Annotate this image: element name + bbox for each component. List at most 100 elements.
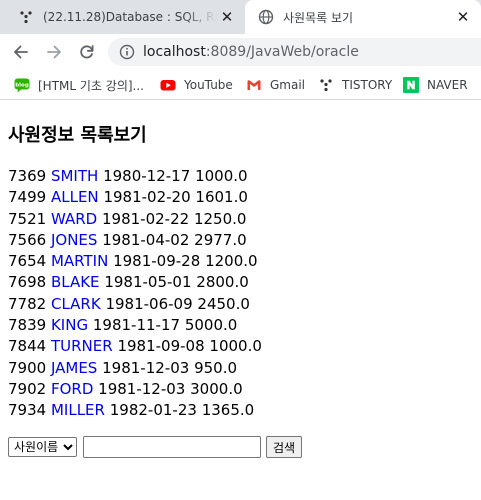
employee-salary: 1601.0 <box>195 188 248 207</box>
employee-salary: 1000.0 <box>195 167 248 185</box>
dots-tree-icon <box>18 9 34 25</box>
page-title: 사원정보 목록보기 <box>8 125 147 146</box>
naver-icon <box>403 77 419 93</box>
employee-number: 7902 <box>8 379 47 398</box>
tab-database[interactable]: (22.11.28)Database : SQL, RDBMS ✕ <box>0 0 245 34</box>
bookmark-tistory[interactable]: TISTORY <box>318 75 392 95</box>
employee-number: 7782 <box>8 294 47 313</box>
employee-hire-date: 1982-01-23 <box>109 401 197 420</box>
employee-name-link[interactable]: MARTIN <box>51 252 108 270</box>
employee-name-link[interactable]: TURNER <box>51 337 113 355</box>
list-item: 7698 BLAKE 1981-05-01 2800.0 <box>8 272 262 293</box>
bookmark-label: [HTML 기초 강의]... <box>38 78 144 93</box>
tistory-icon <box>318 77 334 93</box>
employee-list: 7369 SMITH 1980-12-17 1000.0 7499 ALLEN 1… <box>8 166 262 422</box>
page-content: 사원정보 목록보기 7369 SMITH 1980-12-17 1000.0 74… <box>0 101 481 500</box>
employee-name-link[interactable]: JONES <box>51 231 97 249</box>
employee-number: 7698 <box>8 273 47 292</box>
globe-icon <box>258 9 274 25</box>
employee-name-link[interactable]: KING <box>51 316 88 334</box>
search-field-select[interactable]: 사원이름 <box>8 437 77 457</box>
employee-hire-date: 1981-05-01 <box>104 273 192 292</box>
forward-button[interactable] <box>42 40 66 64</box>
employee-salary: 2977.0 <box>194 230 247 249</box>
bookmarks-bar: blog [HTML 기초 강의]... YouTube Gmail TISTO… <box>0 70 481 100</box>
list-item: 7839 KING 1981-11-17 5000.0 <box>8 315 262 336</box>
bookmark-gmail[interactable]: Gmail <box>246 75 305 95</box>
bookmark-youtube[interactable]: YouTube <box>160 75 233 95</box>
employee-salary: 5000.0 <box>184 316 238 335</box>
arrow-left-icon <box>14 45 28 59</box>
employee-name-link[interactable]: MILLER <box>51 401 105 419</box>
close-icon[interactable]: ✕ <box>217 7 237 27</box>
list-item: 7369 SMITH 1980-12-17 1000.0 <box>8 166 262 187</box>
employee-hire-date: 1980-12-17 <box>103 167 191 185</box>
employee-name-link[interactable]: ALLEN <box>51 188 99 206</box>
arrow-right-icon <box>47 45 61 59</box>
list-item: 7499 ALLEN 1981-02-20 1601.0 <box>8 187 262 208</box>
employee-salary: 1200.0 <box>205 252 258 271</box>
employee-hire-date: 1981-11-17 <box>92 316 181 335</box>
employee-hire-date: 1981-02-22 <box>102 209 190 228</box>
tab-title: 사원목록 보기 <box>283 10 354 25</box>
employee-hire-date: 1981-06-09 <box>105 294 193 313</box>
employee-name-link[interactable]: FORD <box>51 380 93 398</box>
tab-employee-list[interactable]: 사원목록 보기 ✕ <box>245 0 481 34</box>
list-item: 7521 WARD 1981-02-22 1250.0 <box>8 209 262 230</box>
employee-salary: 2800.0 <box>196 273 249 292</box>
employee-salary: 1365.0 <box>201 401 255 420</box>
employee-name-link[interactable]: CLARK <box>51 295 101 313</box>
employee-number: 7934 <box>8 401 47 420</box>
employee-number: 7900 <box>8 358 47 377</box>
reload-icon <box>80 45 94 59</box>
employee-hire-date: 1981-04-02 <box>102 230 190 249</box>
close-icon[interactable]: ✕ <box>453 7 473 27</box>
employee-number: 7844 <box>8 337 47 356</box>
search-form: 사원이름 검색 <box>8 436 303 458</box>
list-item: 7902 FORD 1981-12-03 3000.0 <box>8 379 262 400</box>
youtube-icon <box>160 77 176 93</box>
employee-hire-date: 1981-09-08 <box>117 337 205 356</box>
employee-number: 7839 <box>8 316 47 335</box>
search-input[interactable] <box>83 436 261 458</box>
employee-hire-date: 1981-12-03 <box>98 379 186 398</box>
toolbar: localhost:8089/JavaWeb/oracle <box>0 34 481 70</box>
url-text: localhost:8089/JavaWeb/oracle <box>143 44 359 60</box>
employee-name-link[interactable]: BLAKE <box>51 273 100 291</box>
employee-hire-date: 1981-02-20 <box>103 188 191 207</box>
bookmark-label: NAVER <box>427 78 468 92</box>
bookmark-label: YouTube <box>184 78 233 92</box>
employee-salary: 1250.0 <box>193 209 247 228</box>
info-icon[interactable] <box>119 44 135 60</box>
search-button[interactable]: 검색 <box>266 436 303 458</box>
employee-name-link[interactable]: JAMES <box>51 359 97 377</box>
tab-strip: (22.11.28)Database : SQL, RDBMS ✕ 사원목록 보… <box>0 0 481 34</box>
employee-name-link[interactable]: SMITH <box>51 167 98 185</box>
employee-number: 7566 <box>8 230 47 249</box>
bookmark-html-lecture[interactable]: blog [HTML 기초 강의]... <box>14 75 144 95</box>
reload-button[interactable] <box>75 40 99 64</box>
employee-salary: 2450.0 <box>197 294 250 313</box>
employee-number: 7499 <box>8 188 47 207</box>
url-path: :8089/JavaWeb/oracle <box>205 44 359 60</box>
list-item: 7654 MARTIN 1981-09-28 1200.0 <box>8 251 262 272</box>
employee-salary: 950.0 <box>194 358 238 377</box>
tab-title: (22.11.28)Database : SQL, RDBMS <box>43 10 217 24</box>
list-item: 7844 TURNER 1981-09-08 1000.0 <box>8 336 262 357</box>
list-item: 7934 MILLER 1982-01-23 1365.0 <box>8 400 262 421</box>
employee-hire-date: 1981-12-03 <box>102 358 190 377</box>
employee-number: 7521 <box>8 209 47 228</box>
gmail-icon <box>246 77 262 93</box>
bookmark-label: Gmail <box>270 78 306 92</box>
employee-salary: 1000.0 <box>209 337 262 356</box>
bookmark-naver[interactable]: NAVER <box>403 75 468 95</box>
bookmark-label: TISTORY <box>342 78 393 92</box>
back-button[interactable] <box>9 40 33 64</box>
address-bar[interactable]: localhost:8089/JavaWeb/oracle <box>108 38 481 66</box>
blog-icon: blog <box>14 77 30 93</box>
svg-text:blog: blog <box>15 83 29 89</box>
url-host: localhost <box>143 44 206 60</box>
employee-number: 7369 <box>8 167 47 185</box>
employee-name-link[interactable]: WARD <box>51 210 97 228</box>
employee-hire-date: 1981-09-28 <box>113 252 201 271</box>
